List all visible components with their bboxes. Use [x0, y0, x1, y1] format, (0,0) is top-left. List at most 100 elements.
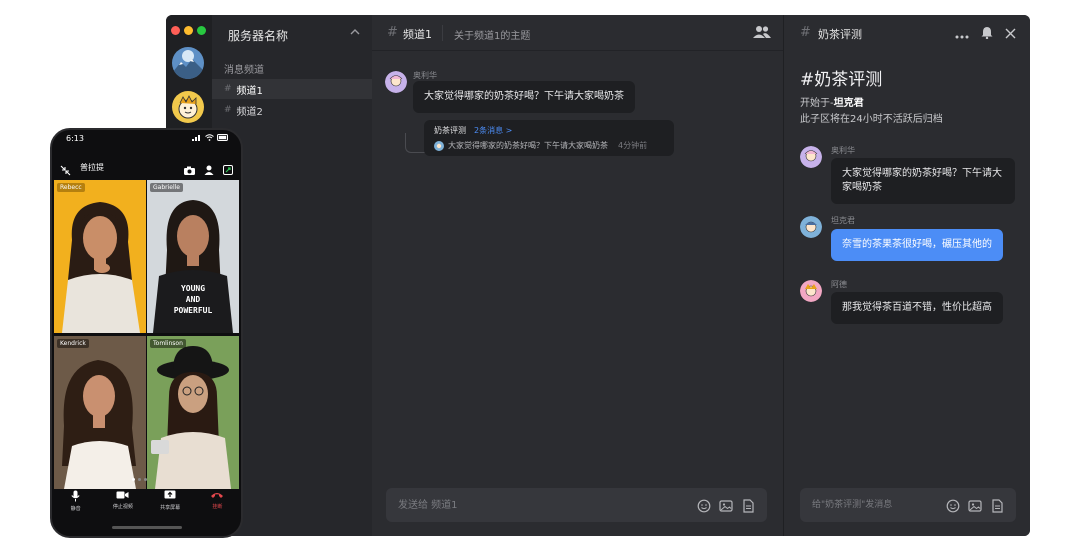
- video-tile-rebecc[interactable]: Rebecc: [54, 180, 146, 333]
- home-indicator: [112, 526, 182, 529]
- file-icon[interactable]: [990, 498, 1004, 517]
- video-camera-icon: [116, 491, 129, 499]
- thread-archive-note: 此子区将在24小时不活跃后归档: [800, 114, 943, 125]
- call-title: 普拉提: [80, 163, 104, 172]
- server-avatar-cartoon[interactable]: [172, 91, 204, 123]
- message-bubble: 那我觉得茶百道不错，性价比超高: [831, 292, 1003, 324]
- window-controls: [171, 26, 206, 35]
- hash-icon: #: [387, 25, 398, 40]
- phone-mockup: 6:13 普拉提 Rebecc Gabrielle YOUNG AND POWE…: [50, 128, 243, 538]
- emoji-icon[interactable]: [697, 498, 711, 517]
- thread-last-message: 大家觉得哪家的奶茶好喝？下午请大家喝奶茶 4分钟前: [434, 140, 647, 151]
- call-top-actions: [184, 160, 233, 179]
- thread-composer: [800, 488, 1016, 522]
- status-time: 6:13: [66, 134, 84, 143]
- members-icon[interactable]: [753, 24, 771, 43]
- avatar[interactable]: [800, 280, 822, 302]
- minimize-call-icon[interactable]: [60, 161, 71, 180]
- message-author: 阿德: [831, 280, 847, 289]
- thread-started-by: 开始于-坦克君: [800, 94, 864, 109]
- image-icon[interactable]: [968, 498, 982, 517]
- video-tile-kendrick[interactable]: Kendrick: [54, 336, 146, 489]
- thread-connector: [405, 133, 425, 153]
- chevron-up-icon[interactable]: [350, 27, 360, 40]
- status-icons: [192, 134, 229, 141]
- avatar[interactable]: [800, 216, 822, 238]
- share-screen-button[interactable]: 共享屏幕: [150, 490, 190, 512]
- stop-video-label: 停止视频: [112, 504, 133, 510]
- avatar[interactable]: [385, 71, 407, 93]
- share-screen-label: 共享屏幕: [160, 505, 181, 511]
- thread-message-count[interactable]: 2条消息 >: [474, 125, 512, 136]
- started-by-label: 开始于-: [800, 98, 834, 109]
- avatar[interactable]: [800, 146, 822, 168]
- video-tile-tomlinson[interactable]: Tomlinson: [147, 336, 239, 489]
- mute-button[interactable]: 静音: [56, 490, 96, 512]
- hang-up-label: 挂断: [212, 504, 223, 510]
- thread-preview-title: 奶茶评测: [434, 126, 466, 135]
- thread-header-title: 奶茶评测: [818, 28, 862, 41]
- minimize-window-button[interactable]: [184, 26, 193, 35]
- emoji-icon[interactable]: [946, 498, 960, 517]
- file-icon[interactable]: [741, 498, 755, 517]
- server-avatar-mountain[interactable]: [172, 47, 204, 79]
- thread-title: #奶茶评测: [800, 70, 883, 90]
- message-author: 奥利华: [831, 146, 855, 155]
- more-options-icon[interactable]: [955, 24, 969, 43]
- started-by-name: 坦克君: [833, 98, 864, 109]
- thread-timestamp: 4分钟前: [618, 141, 648, 150]
- thread-message-input[interactable]: [800, 488, 940, 522]
- divider: [442, 25, 443, 41]
- participant-name: Kendrick: [57, 339, 89, 348]
- screen-share-icon: [164, 490, 176, 499]
- video-tile-gabrielle[interactable]: Gabrielle YOUNG AND POWERFUL: [147, 180, 239, 333]
- channel-topic: 关于频道1的主题: [454, 31, 531, 42]
- message-input[interactable]: [386, 488, 676, 522]
- page-indicator: [132, 478, 147, 481]
- hash-icon: #: [224, 84, 232, 94]
- shirt-text-line: YOUNG: [180, 284, 206, 293]
- person-icon[interactable]: [204, 160, 214, 179]
- message-bubble: 大家觉得哪家的奶茶好喝？下午请大家喝奶茶: [831, 158, 1015, 204]
- mute-label: 静音: [70, 506, 81, 512]
- wifi-icon: [205, 134, 214, 141]
- thread-header-actions: [955, 24, 1016, 43]
- thread-last-message-text: 大家觉得哪家的奶茶好喝？下午请大家喝奶茶: [448, 141, 608, 150]
- participant-name: Tomlinson: [150, 339, 186, 348]
- message-author: 奥利华: [413, 71, 437, 80]
- close-window-button[interactable]: [171, 26, 180, 35]
- battery-icon: [217, 134, 228, 141]
- signal-icon: [192, 135, 200, 141]
- composer-actions: [697, 498, 755, 517]
- thread-preview-card[interactable]: 奶茶评测 2条消息 > 大家觉得哪家的奶茶好喝？下午请大家喝奶茶 4分钟前: [424, 120, 674, 156]
- channel-item-label: 频道1: [236, 85, 263, 97]
- stop-video-button[interactable]: 停止视频: [103, 490, 143, 512]
- server-name[interactable]: 服务器名称: [228, 27, 288, 44]
- switch-camera-icon[interactable]: [223, 160, 233, 179]
- message-composer: [386, 488, 767, 522]
- thread-icon: #: [800, 25, 811, 40]
- hang-up-button[interactable]: 挂断: [197, 490, 237, 512]
- channel-item-1[interactable]: # 频道1: [212, 79, 372, 99]
- hang-up-icon: [211, 493, 224, 498]
- channel-item-2[interactable]: # 频道2: [212, 100, 372, 120]
- shirt-text-line: AND: [185, 295, 201, 304]
- call-controls: 静音 停止视频 共享屏幕 挂断: [52, 490, 241, 512]
- avatar: [434, 140, 444, 151]
- thread-panel: # 奶茶评测 #奶茶评测 开始于-坦克君 此子区将在24小时不活跃后归档 奥利华…: [784, 15, 1030, 536]
- message-bubble: 大家觉得哪家的奶茶好喝？下午请大家喝奶茶: [413, 81, 635, 113]
- image-icon[interactable]: [719, 498, 733, 517]
- desktop-app-window: 服务器名称 消息频道 # 频道1 # 频道2 # 频道1 关于频道1的主题 奥利…: [166, 15, 1030, 536]
- close-icon[interactable]: [1005, 24, 1016, 43]
- participant-name: Gabrielle: [150, 183, 183, 192]
- shirt-text-line: POWERFUL: [173, 306, 213, 315]
- hash-icon: #: [224, 105, 232, 115]
- message-bubble: 奈雪的茶果茶很好喝，碾压其他的: [831, 229, 1003, 261]
- message-author: 坦克君: [831, 216, 855, 225]
- channel-title: 频道1: [403, 28, 432, 41]
- bell-icon[interactable]: [981, 24, 993, 43]
- maximize-window-button[interactable]: [197, 26, 206, 35]
- channel-group-label: 消息频道: [224, 65, 264, 76]
- main-chat: # 频道1 关于频道1的主题 奥利华 大家觉得哪家的奶茶好喝？下午请大家喝奶茶 …: [372, 15, 784, 536]
- camera-icon[interactable]: [184, 160, 195, 179]
